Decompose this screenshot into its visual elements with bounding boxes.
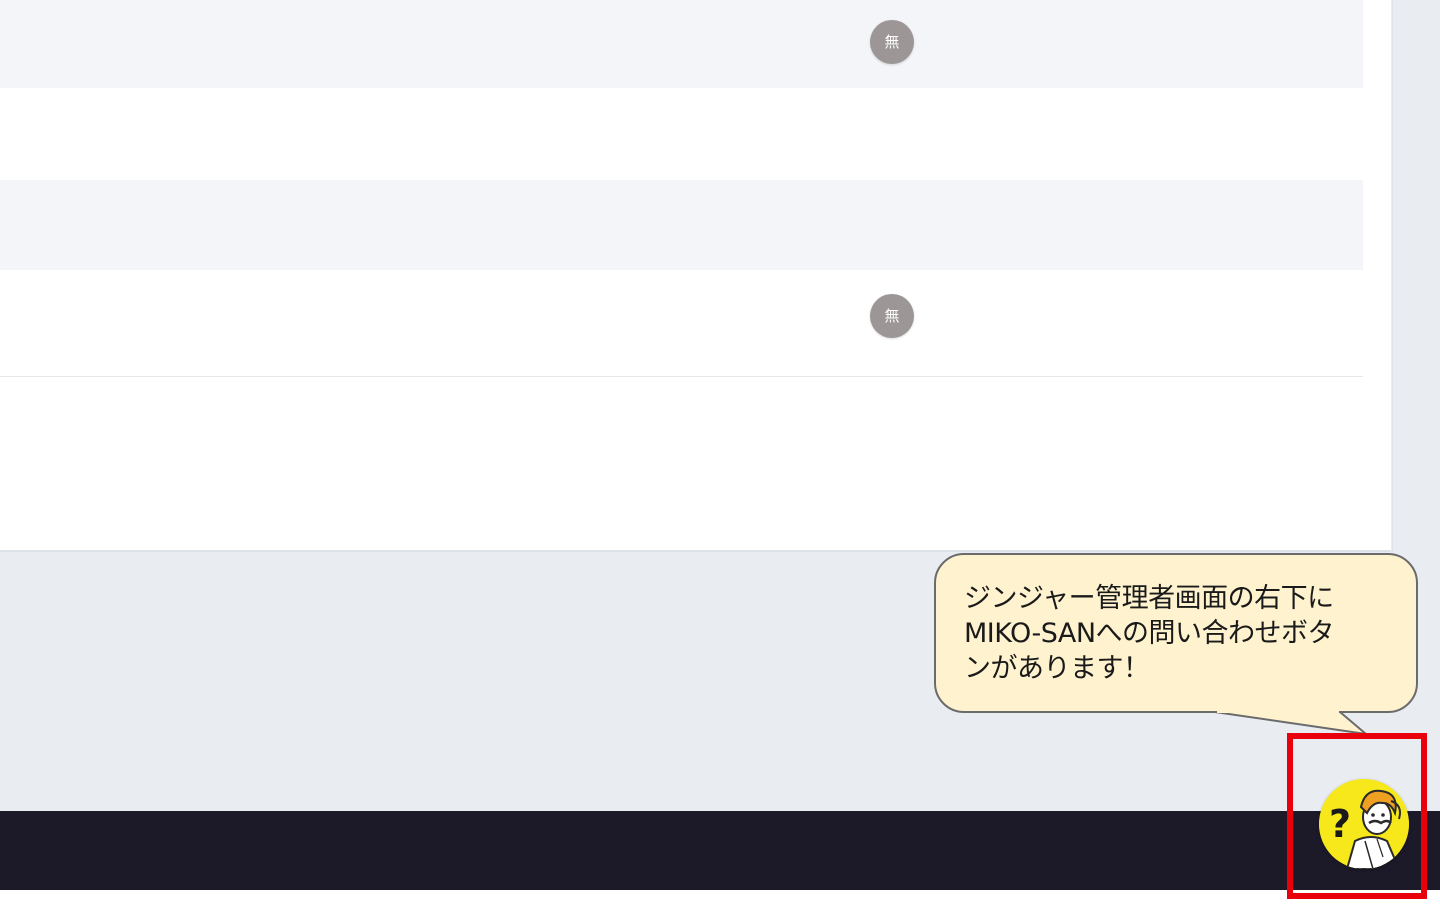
table-row[interactable]: 無 (0, 0, 1363, 88)
miko-san-mascot-icon: ? (1319, 779, 1409, 869)
table-panel: 無 無 (0, 0, 1391, 552)
footer-bar (0, 811, 1440, 890)
table-row[interactable] (0, 88, 1363, 180)
status-badge: 無 (870, 294, 914, 338)
callout-text-line: ジンジャー管理者画面の右下に (964, 583, 1334, 614)
callout-text-line: ンがあります！ (964, 653, 1150, 684)
table-row[interactable] (0, 377, 1363, 550)
table-row[interactable]: 無 (0, 270, 1363, 377)
callout-text-line: MIKO-SANへの問い合わせボタ (964, 618, 1335, 649)
scrollbar-track[interactable] (1392, 0, 1420, 552)
status-badge: 無 (870, 20, 914, 64)
question-mark-icon: ? (1329, 802, 1351, 846)
bottom-strip (0, 890, 1440, 912)
table-row[interactable] (0, 180, 1363, 270)
help-button[interactable]: ? (1319, 779, 1409, 869)
callout-bubble: ジンジャー管理者画面の右下に MIKO-SANへの問い合わせボタ ンがあります！ (934, 553, 1418, 713)
